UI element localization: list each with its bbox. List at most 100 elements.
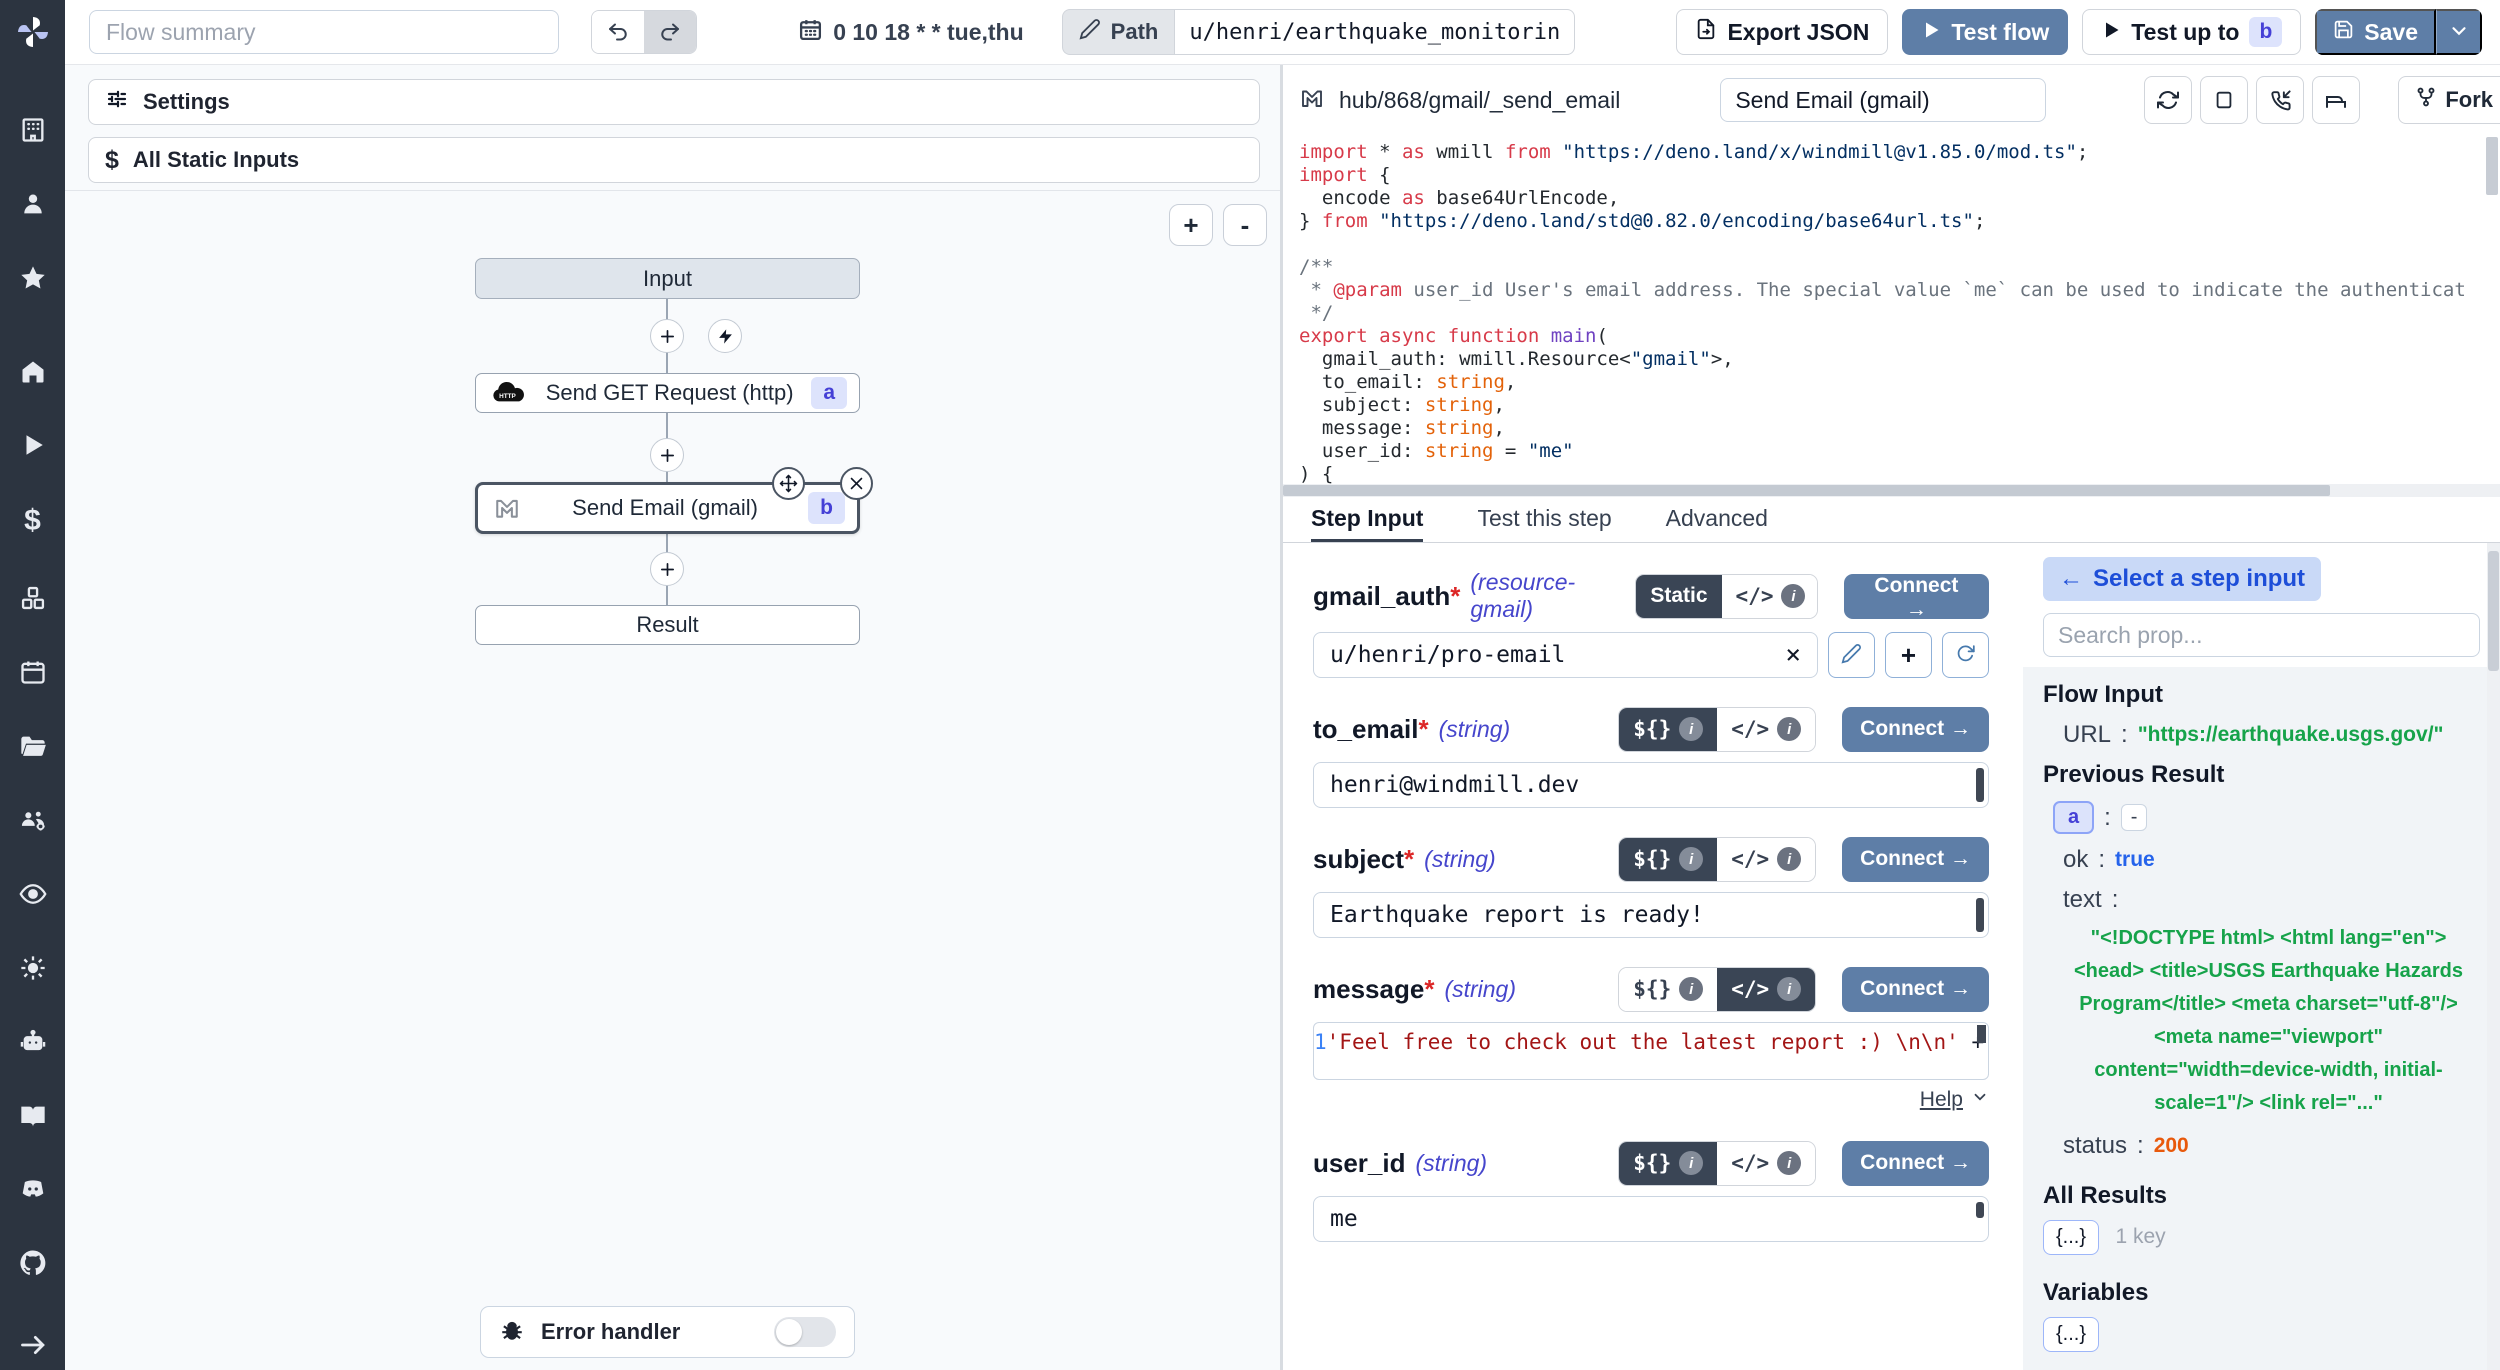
code-mode-button[interactable]: </>i xyxy=(1722,575,1818,618)
flow-summary-input[interactable] xyxy=(89,10,559,54)
tab-advanced[interactable]: Advanced xyxy=(1666,497,1768,542)
clear-x-icon[interactable]: × xyxy=(1785,640,1801,670)
save-button[interactable]: Save xyxy=(2315,9,2436,55)
to-email-input[interactable]: henri@windmill.dev xyxy=(1313,762,1989,808)
message-expression-editor[interactable]: 1 'Feel free to check out the latest rep… xyxy=(1313,1022,1989,1080)
variables-dollar-icon[interactable]: $ xyxy=(24,504,41,538)
connect-button[interactable]: Connect → xyxy=(1842,837,1989,882)
resources-boxes-icon[interactable] xyxy=(19,584,47,612)
discord-icon[interactable] xyxy=(18,1176,48,1202)
connect-button[interactable]: Connect → xyxy=(1842,967,1989,1012)
home-icon[interactable] xyxy=(19,358,47,386)
folders-icon[interactable] xyxy=(19,732,47,760)
windmill-logo[interactable] xyxy=(15,14,51,50)
fork-button[interactable]: Fork xyxy=(2398,76,2500,124)
export-json-button[interactable]: Export JSON xyxy=(1676,9,1888,55)
field-type: (string) xyxy=(1444,976,1516,1003)
panel-vertical-scrollbar[interactable] xyxy=(2487,543,2500,1370)
error-handler-toggle[interactable] xyxy=(774,1317,836,1347)
runs-play-icon[interactable] xyxy=(20,432,46,458)
settings-gear-icon[interactable] xyxy=(19,954,47,982)
all-results-object-chip[interactable]: {...} xyxy=(2043,1220,2099,1255)
ai-bot-icon[interactable] xyxy=(18,1028,48,1056)
error-handler-bar[interactable]: Error handler xyxy=(480,1306,855,1358)
trigger-zap-button[interactable] xyxy=(708,319,742,353)
connect-button[interactable]: Connect → xyxy=(1842,1141,1989,1186)
step-a-badge[interactable]: a xyxy=(2053,801,2094,834)
github-icon[interactable] xyxy=(18,1248,48,1278)
node-input[interactable]: Input xyxy=(475,258,860,299)
flow-path-value[interactable]: u/henri/earthquake_monitorin xyxy=(1174,9,1575,55)
help-link[interactable]: Help xyxy=(1920,1088,1963,1112)
zoom-in-button[interactable]: + xyxy=(1169,204,1213,246)
result-status-row[interactable]: status : 200 xyxy=(2063,1132,2480,1160)
flow-settings-bar[interactable]: Settings xyxy=(88,79,1260,125)
flow-input-url-row[interactable]: URL : "https://earthquake.usgs.gov/" xyxy=(2063,721,2480,749)
code-mode-button[interactable]: </>i xyxy=(1717,838,1815,881)
flow-canvas[interactable]: + - Input HTTP xyxy=(65,190,1280,1370)
connect-button[interactable]: Connect → xyxy=(1844,574,1989,619)
code-horizontal-scrollbar[interactable] xyxy=(1283,484,2500,497)
groups-icon[interactable] xyxy=(18,806,48,834)
sync-icon[interactable] xyxy=(2144,76,2192,124)
add-resource-button[interactable]: + xyxy=(1885,632,1932,678)
code-mode-button[interactable]: </>i xyxy=(1717,1142,1815,1185)
static-mode-button[interactable]: ${}i xyxy=(1619,968,1717,1011)
redo-button[interactable] xyxy=(644,11,696,53)
variables-object-chip[interactable]: {...} xyxy=(2043,1317,2099,1352)
workspace-icon[interactable] xyxy=(19,116,47,144)
bed-icon[interactable] xyxy=(2312,76,2360,124)
result-ok-row[interactable]: ok : true xyxy=(2063,846,2480,874)
code-mode-button[interactable]: </>i xyxy=(1717,708,1815,751)
tab-test-this-step[interactable]: Test this step xyxy=(1477,497,1611,542)
gmail-icon xyxy=(492,495,522,521)
node-http-step[interactable]: HTTP Send GET Request (http) a xyxy=(475,373,860,413)
tab-step-input[interactable]: Step Input xyxy=(1311,497,1423,542)
box-icon[interactable] xyxy=(2200,76,2248,124)
static-mode-button[interactable]: ${}i xyxy=(1619,838,1717,881)
save-options-button[interactable] xyxy=(2436,9,2482,55)
text-value[interactable]: "<!DOCTYPE html> <html lang="en"> <head>… xyxy=(2063,922,2474,1120)
delete-step-icon[interactable] xyxy=(840,467,873,500)
code-mode-button[interactable]: </>i xyxy=(1717,968,1815,1011)
static-mode-button[interactable]: Static xyxy=(1636,575,1721,618)
connect-button[interactable]: Connect → xyxy=(1842,707,1989,752)
undo-button[interactable] xyxy=(592,11,644,53)
schedules-calendar-icon[interactable] xyxy=(19,658,47,686)
select-step-input-button[interactable]: ← Select a step input xyxy=(2043,557,2321,601)
all-static-inputs-bar[interactable]: $ All Static Inputs xyxy=(88,137,1260,183)
favorites-star-icon[interactable] xyxy=(19,264,47,292)
user-icon[interactable] xyxy=(19,190,47,218)
code-editor[interactable]: import * as wmill from "https://deno.lan… xyxy=(1283,135,2500,497)
test-up-to-button[interactable]: Test up to b xyxy=(2082,9,2301,55)
node-gmail-step-selected[interactable]: Send Email (gmail) b xyxy=(475,482,860,534)
static-mode-button[interactable]: ${}i xyxy=(1619,708,1717,751)
test-flow-button[interactable]: Test flow xyxy=(1902,9,2068,55)
previous-result-heading: Previous Result xyxy=(2043,761,2480,789)
audit-eye-icon[interactable] xyxy=(18,880,48,908)
zoom-out-button[interactable]: - xyxy=(1223,204,1267,246)
insert-step-button[interactable] xyxy=(650,552,684,586)
step-summary-input[interactable] xyxy=(1720,78,2046,122)
refresh-resource-button[interactable] xyxy=(1942,632,1989,678)
edit-path-button[interactable]: Path xyxy=(1062,9,1175,55)
chevron-down-icon[interactable] xyxy=(1971,1088,1989,1112)
node-result[interactable]: Result xyxy=(475,605,860,645)
result-text-row[interactable]: text : xyxy=(2063,886,2480,914)
phone-incoming-icon[interactable] xyxy=(2256,76,2304,124)
insert-step-button[interactable] xyxy=(650,319,684,353)
static-mode-button[interactable]: ${}i xyxy=(1619,1142,1717,1185)
gmail-auth-input[interactable]: u/henri/pro-email × xyxy=(1313,632,1818,678)
search-prop-input[interactable] xyxy=(2043,613,2480,657)
subject-input[interactable]: Earthquake report is ready! xyxy=(1313,892,1989,938)
collapse-arrow-icon[interactable] xyxy=(19,1331,47,1359)
move-step-icon[interactable] xyxy=(772,467,805,500)
docs-book-icon[interactable] xyxy=(18,1102,48,1130)
hub-script-path[interactable]: hub/868/gmail/_send_email xyxy=(1339,87,1620,114)
edit-resource-button[interactable] xyxy=(1828,632,1875,678)
code-vertical-scrollbar[interactable] xyxy=(2486,137,2498,195)
insert-step-button[interactable] xyxy=(650,438,684,472)
collapse-button[interactable]: - xyxy=(2121,804,2148,831)
schedule-summary[interactable]: 0 10 18 * * tue,thu xyxy=(798,17,1023,48)
user-id-input[interactable]: me xyxy=(1313,1196,1989,1242)
